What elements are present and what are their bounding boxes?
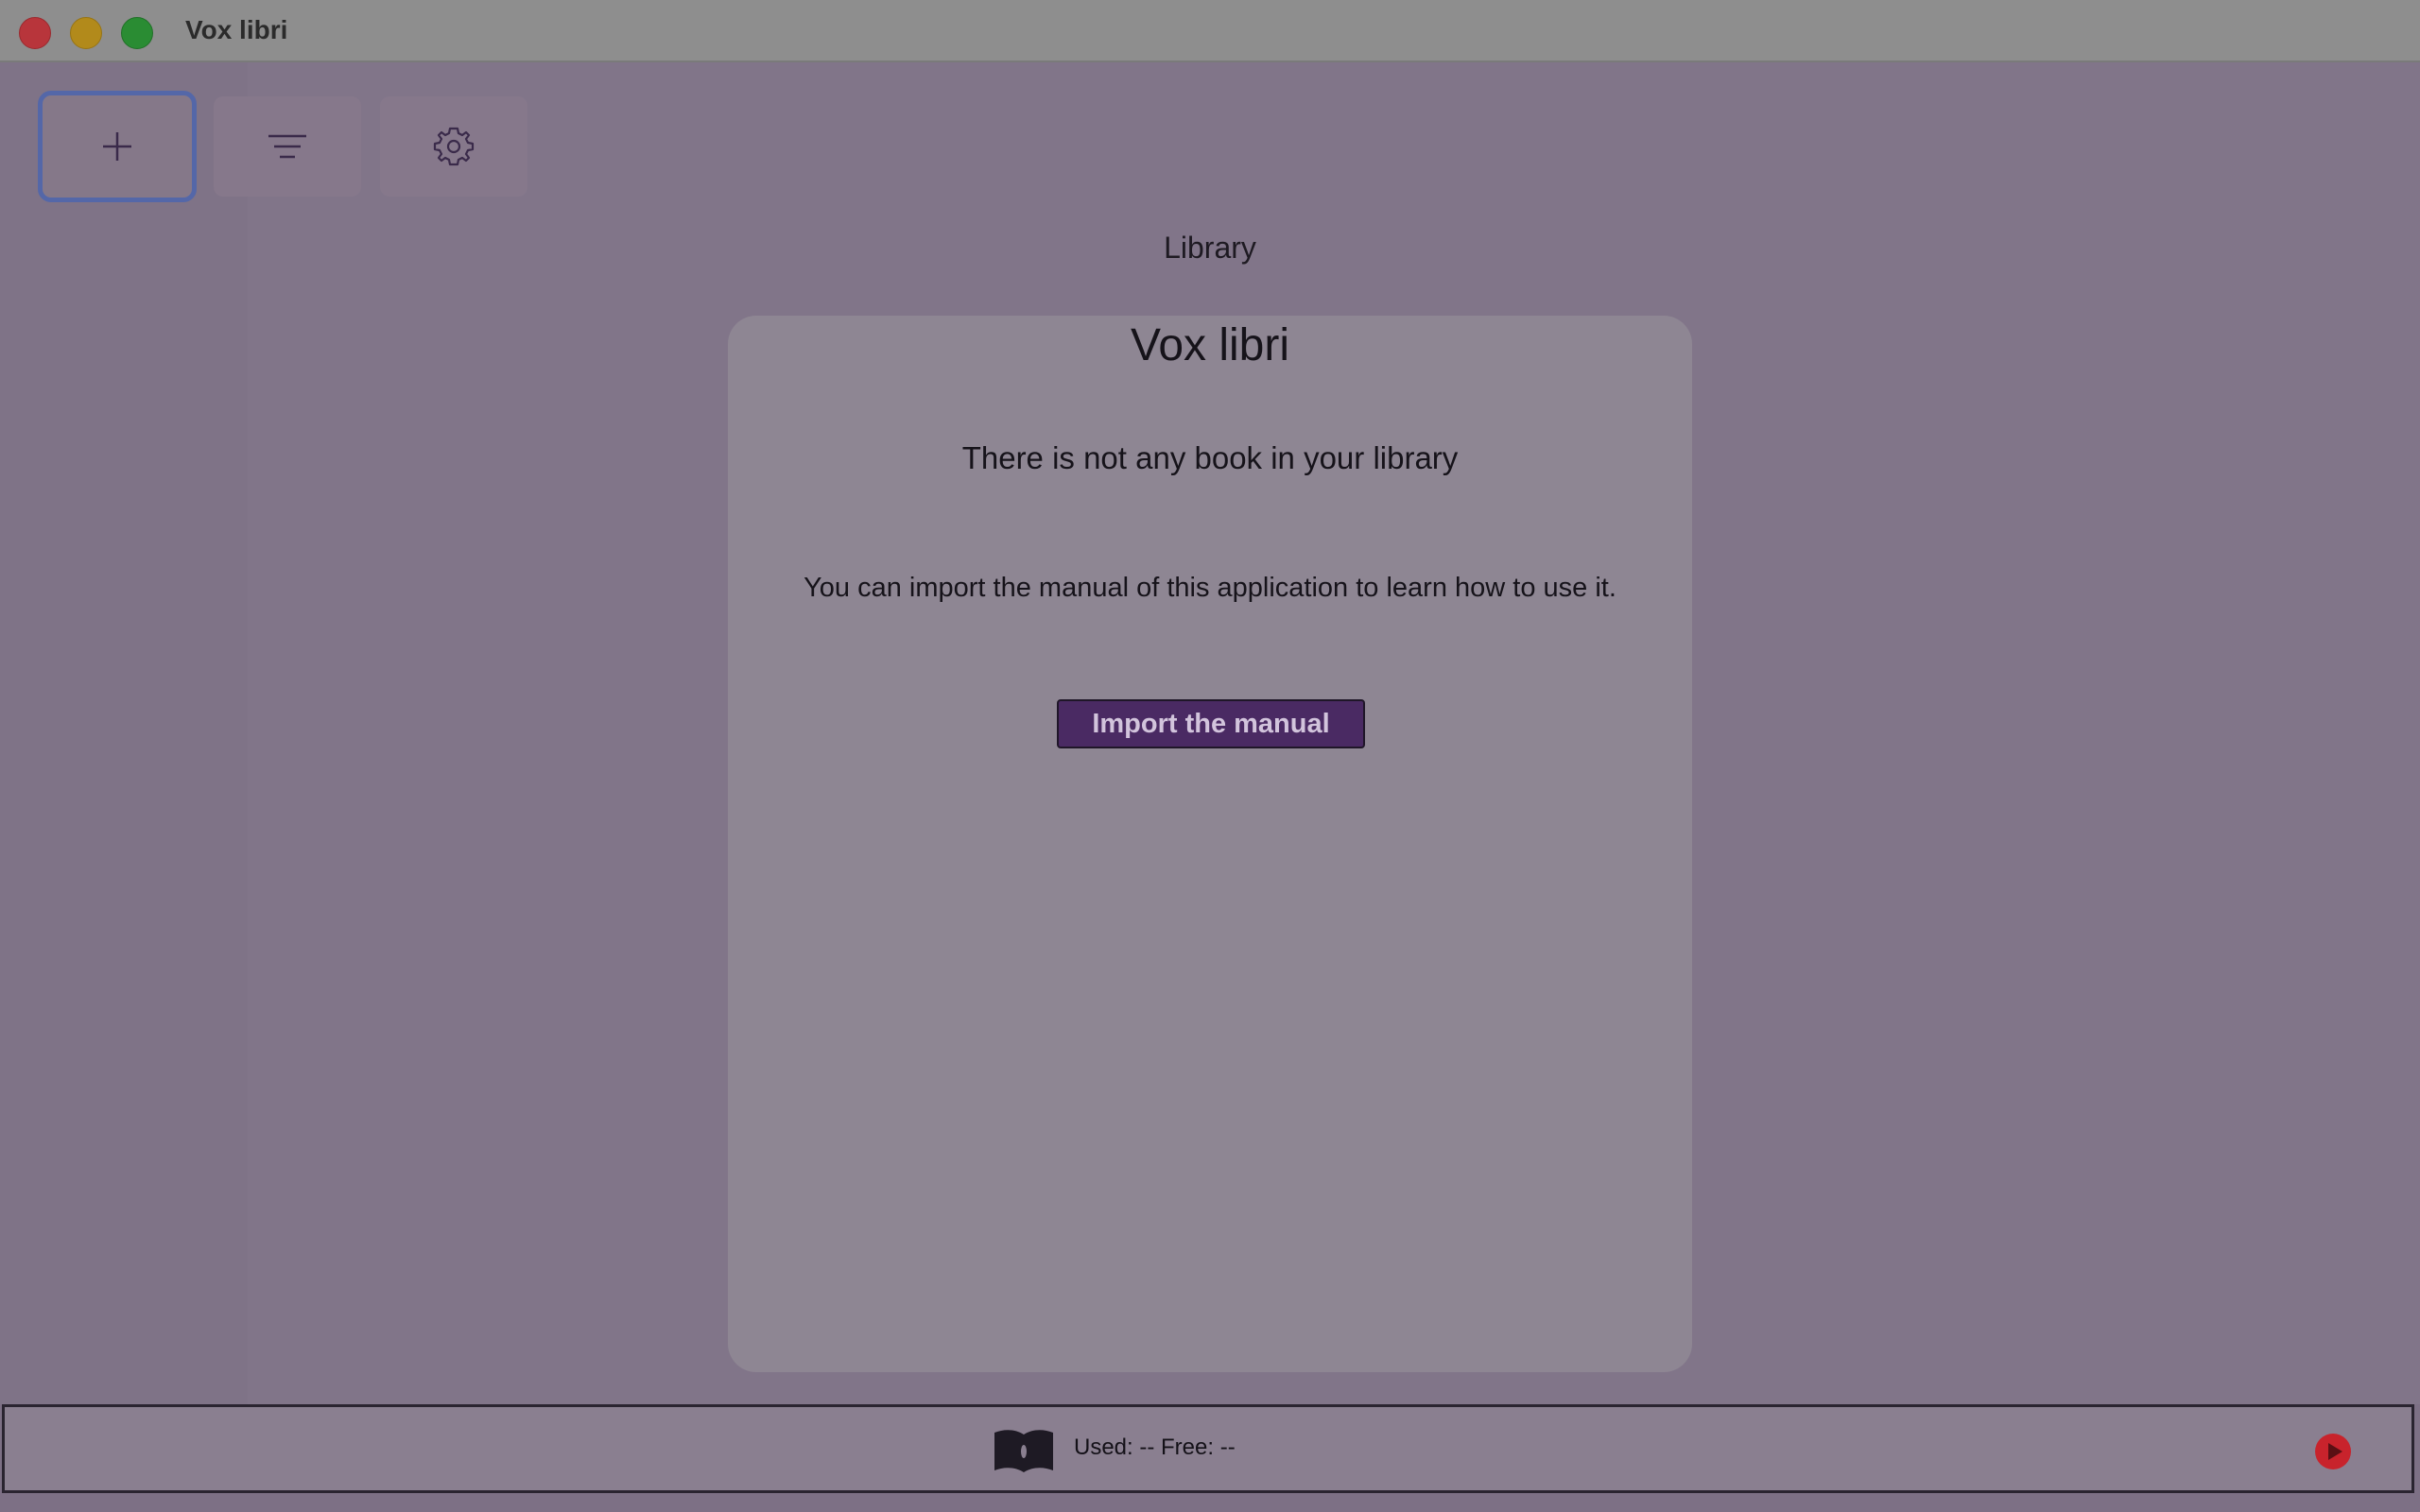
page-title: Library — [1164, 231, 1256, 265]
open-book-icon — [994, 1430, 1053, 1472]
import-hint-text: You can import the manual of this applic… — [804, 573, 1616, 603]
settings-button[interactable] — [380, 96, 527, 197]
play-icon[interactable] — [2314, 1433, 2352, 1470]
close-window-button[interactable] — [19, 17, 51, 49]
empty-library-message: There is not any book in your library — [961, 440, 1459, 475]
card-title: Vox libri — [1130, 320, 1290, 370]
gear-icon — [433, 127, 475, 166]
title-bar: Vox libri — [0, 0, 2420, 62]
import-manual-button[interactable]: Import the manual — [1057, 699, 1365, 748]
minimize-window-button[interactable] — [70, 17, 102, 49]
sort-button[interactable] — [214, 96, 361, 197]
sort-lines-icon — [268, 134, 306, 159]
add-book-button[interactable] — [38, 91, 197, 202]
maximize-window-button[interactable] — [121, 17, 153, 49]
window-title: Vox libri — [185, 15, 288, 44]
app-window: Vox libri Library Vox libri There is not… — [0, 0, 2420, 1512]
storage-status: Used: -- Free: -- — [1074, 1435, 1236, 1460]
plus-icon — [103, 132, 131, 161]
